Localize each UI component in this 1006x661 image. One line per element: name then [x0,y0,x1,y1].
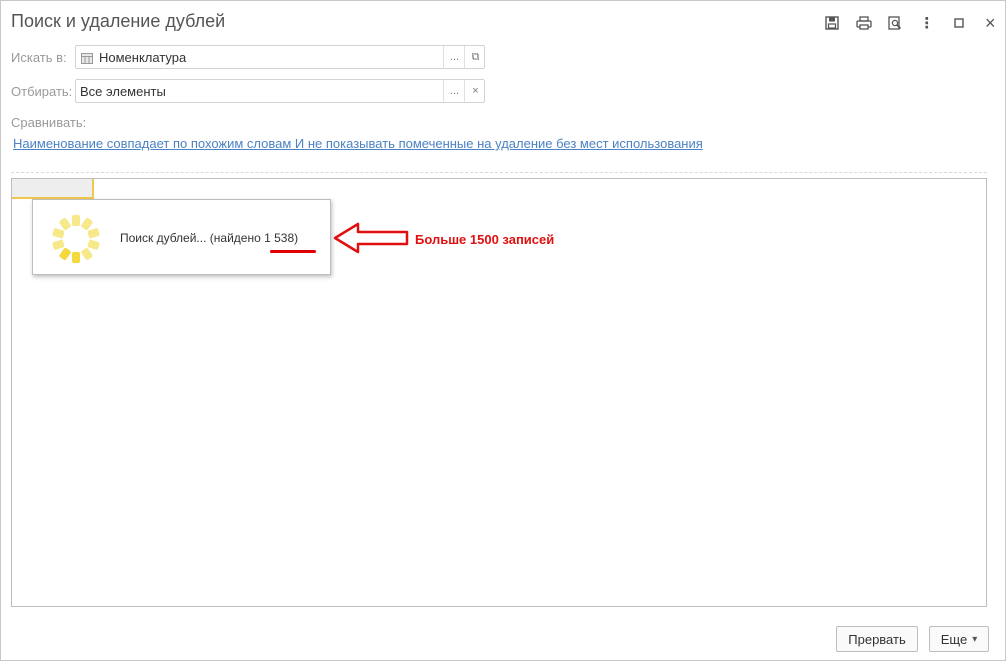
search-in-label: Искать в: [11,50,67,65]
clear-icon[interactable]: × [464,80,486,102]
progress-text: Поиск дублей... (найдено 1 538) [120,231,299,245]
more-icon[interactable]: ⋮ [911,14,943,32]
results-header-cell [12,179,94,199]
more-button-label: Еще [940,631,968,647]
annotation-underline [270,250,316,253]
window-title: Поиск и удаление дублей [11,11,226,31]
window-toolbar: ⋮ × [816,13,1006,33]
table-icon [81,52,93,67]
filter-label: Отбирать: [11,84,73,99]
chevron-down-icon: ▾ [972,633,978,645]
abort-button[interactable]: Прервать [836,626,918,652]
more-button[interactable]: Еще ▾ [929,626,989,652]
search-in-field[interactable]: Номенклатура ... ⧉ [75,45,485,69]
spinner-icon [52,215,100,263]
print-icon[interactable] [848,14,880,32]
open-icon[interactable]: ⧉ [464,46,486,68]
filter-value: Все элементы [80,84,166,99]
maximize-icon[interactable] [943,14,975,32]
annotation-arrow-icon [333,222,409,254]
filter-field[interactable]: Все элементы ... × [75,79,485,103]
search-in-select-button[interactable]: ... [443,46,465,68]
compare-label: Сравнивать: [11,115,87,130]
preview-icon[interactable] [879,14,911,32]
annotation-text: Больше 1500 записей [415,232,555,247]
filter-select-button[interactable]: ... [443,80,465,102]
progress-popup: Поиск дублей... (найдено 1 538) [32,199,331,275]
save-icon[interactable] [816,14,848,32]
separator [11,172,987,173]
close-icon[interactable]: × [974,13,1006,33]
search-in-value: Номенклатура [99,50,187,65]
compare-rules-link[interactable]: Наименование совпадает по похожим словам… [13,136,703,151]
